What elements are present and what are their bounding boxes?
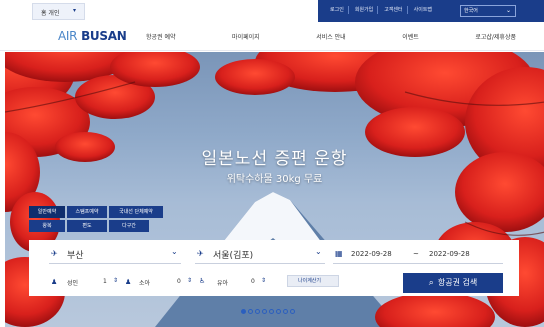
flight-search-label: 항공권 검색 [437,278,478,287]
chevron-down-icon[interactable]: ⌄ [315,247,322,256]
departure-field[interactable]: 부산 [67,248,84,261]
arrival-field[interactable]: 서울(김포) [213,248,253,261]
age-calculator-button[interactable]: 나이계산기 [287,275,339,287]
booking-tabs: 일반예약 스탬프예약 국내선 단체예약 왕복 편도 다구간 [29,206,179,234]
route-row: ✈ 부산 ⌄ ✈ 서울(김포) ⌄ ▦ 2022-09-28 ~ 2022-09… [29,240,519,268]
date-separator: ~ [413,250,419,258]
customer-center-link[interactable]: 고객센터 [380,6,408,14]
booking-type-row: 일반예약 스탬프예약 국내선 단체예약 [29,206,179,218]
plane-arrive-icon: ✈ [197,249,204,258]
language-select[interactable]: 한국어 ⌄ [460,5,516,17]
login-link[interactable]: 로그인 [326,6,349,14]
tab-one-way[interactable]: 편도 [67,220,107,232]
top-utility-bar: 홈 개인 ▾ 로그인 회원가입 고객센터 사이트맵 한국어 ⌄ [0,0,544,22]
child-icon: ♟ [125,278,132,286]
person-icon: ♟ [51,278,58,286]
tab-round-trip[interactable]: 왕복 [29,220,65,232]
nav-item-mypage[interactable]: 마이페이지 [232,32,260,41]
carousel-dot[interactable] [262,309,267,314]
infant-count[interactable]: 0 [251,278,255,285]
nav-item-services[interactable]: 서비스 안내 [316,32,346,41]
carousel-dot[interactable] [241,309,246,314]
air-busan-logo[interactable]: AIR BUSAN [58,29,127,43]
adult-label: 성인 [67,280,79,287]
date-underline [333,263,503,264]
tab-multi-city[interactable]: 다구간 [109,220,149,232]
booking-panel: ✈ 부산 ⌄ ✈ 서울(김포) ⌄ ▦ 2022-09-28 ~ 2022-09… [29,240,519,296]
logo-name: BUSAN [81,29,127,43]
infant-stepper[interactable]: ⇕ [261,277,266,284]
nav-item-booking[interactable]: 항공권 예약 [146,32,176,41]
home-personal-selector[interactable]: 홈 개인 ▾ [32,3,85,20]
home-personal-label: 홈 개인 [41,10,60,17]
departure-underline [49,263,181,264]
hero-subline: 위탁수하물 30kg 무료 [226,174,323,185]
adult-stepper[interactable]: ⇕ [113,277,118,284]
arrival-underline [195,263,325,264]
carousel-pagination [241,309,295,314]
tab-stamp-booking[interactable]: 스탬프예약 [67,206,107,218]
trip-type-row: 왕복 편도 다구간 [29,220,179,232]
tab-domestic-group-booking[interactable]: 국내선 단체예약 [109,206,163,218]
calendar-icon[interactable]: ▦ [335,249,343,258]
depart-date-field[interactable]: 2022-09-28 [351,250,392,258]
return-date-field[interactable]: 2022-09-28 [429,250,470,258]
signup-link[interactable]: 회원가입 [351,6,379,14]
child-label: 소아 [139,280,151,287]
child-stepper[interactable]: ⇕ [187,277,192,284]
flight-search-button[interactable]: ⌕ 항공권 검색 [403,273,503,293]
carousel-dot[interactable] [283,309,288,314]
nav-menu: 항공권 예약 마이페이지 서비스 안내 이벤트 로고샵/제휴상품 [146,32,516,41]
stroller-icon: ♿ [199,277,206,285]
age-calculator-label: 나이계산기 [298,278,322,284]
hero-banner[interactable]: 일본노선 증편 운항 위탁수하물 30kg 무료 일반예약 스탬프예약 국내선 … [5,52,544,327]
chevron-down-icon: ▾ [72,7,76,14]
adult-count[interactable]: 1 [103,278,107,285]
carousel-dot[interactable] [248,309,253,314]
plane-depart-icon: ✈ [51,249,58,258]
nav-item-logoshop[interactable]: 로고샵/제휴상품 [475,32,516,41]
sitemap-link[interactable]: 사이트맵 [410,6,436,14]
carousel-dot[interactable] [255,309,260,314]
hero-headline: 일본노선 증편 운항 [201,149,348,169]
logo-prefix: AIR [58,29,78,43]
main-navigation: AIR BUSAN 항공권 예약 마이페이지 서비스 안내 이벤트 로고샵/제휴… [0,22,544,51]
language-selected: 한국어 [464,8,478,14]
tab-general-booking[interactable]: 일반예약 [29,206,65,218]
child-count[interactable]: 0 [177,278,181,285]
carousel-dot[interactable] [269,309,274,314]
carousel-dot[interactable] [276,309,281,314]
search-icon: ⌕ [428,278,434,288]
chevron-down-icon[interactable]: ⌄ [171,247,178,256]
nav-item-events[interactable]: 이벤트 [402,32,419,41]
chevron-down-icon: ⌄ [505,7,511,14]
infant-label: 유아 [217,280,229,287]
utility-links: 로그인 회원가입 고객센터 사이트맵 [326,6,436,14]
carousel-dot[interactable] [290,309,295,314]
